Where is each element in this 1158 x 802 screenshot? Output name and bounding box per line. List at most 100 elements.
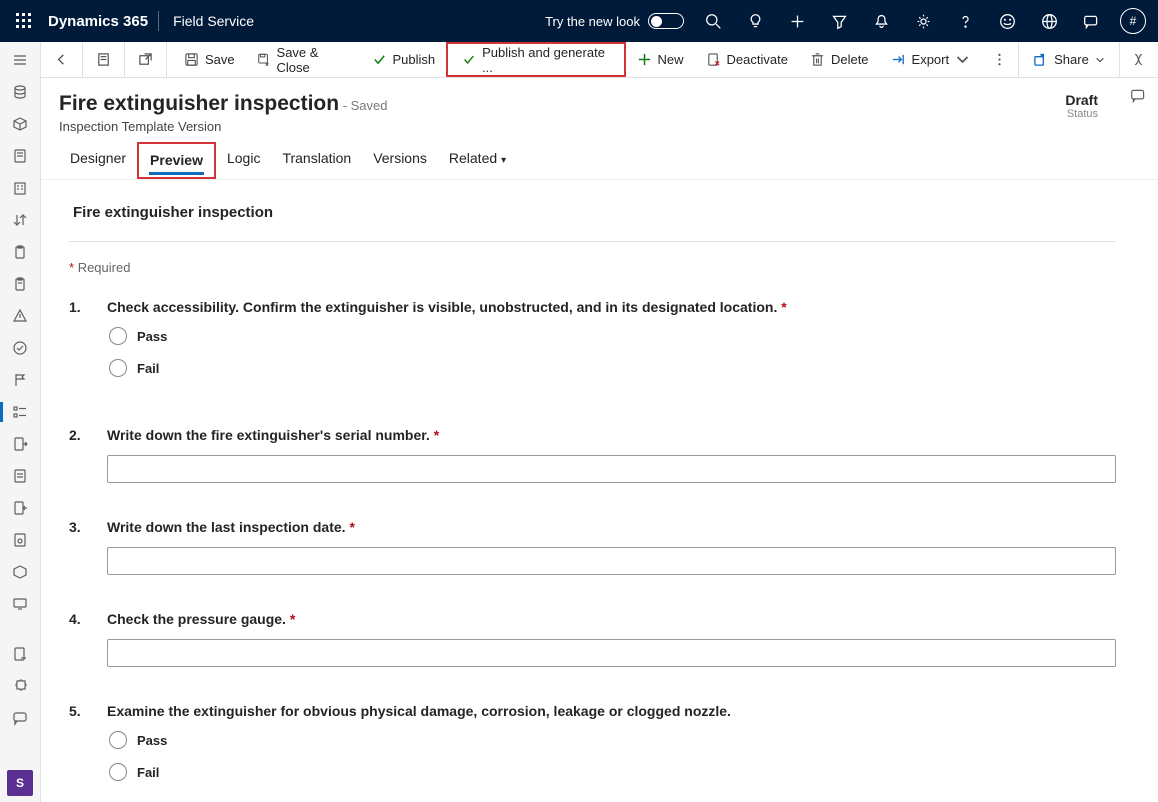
radio-icon[interactable] (109, 327, 127, 345)
radio-icon[interactable] (109, 731, 127, 749)
export-button[interactable]: Export (880, 42, 982, 77)
question-number: 1. (69, 299, 83, 391)
chat-icon[interactable] (1070, 0, 1112, 42)
delete-button[interactable]: Delete (799, 42, 880, 77)
question-text: Check accessibility. Confirm the extingu… (107, 299, 1116, 315)
text-input[interactable] (107, 639, 1116, 667)
tab-logic[interactable]: Logic (216, 142, 271, 179)
radio-icon[interactable] (109, 763, 127, 781)
new-label: New (658, 52, 684, 67)
filter-icon[interactable] (818, 0, 860, 42)
question-body: Check accessibility. Confirm the extingu… (107, 299, 1116, 391)
rail-item-list-icon[interactable] (0, 396, 40, 428)
help-icon[interactable] (944, 0, 986, 42)
radio-option[interactable]: Pass (107, 731, 1116, 749)
rail-item-flag-icon[interactable] (0, 364, 40, 396)
app-title[interactable]: Dynamics 365 (44, 13, 158, 30)
question-number: 4. (69, 611, 83, 667)
question-text: Write down the last inspection date. * (107, 519, 1116, 535)
delete-label: Delete (831, 52, 869, 67)
question-number: 2. (69, 427, 83, 483)
required-asterisk: * (349, 519, 354, 535)
rail-item-page-in-icon[interactable] (0, 492, 40, 524)
publish-button[interactable]: Publish (361, 42, 447, 77)
rail-item-package-icon[interactable] (0, 556, 40, 588)
app-area[interactable]: Field Service (159, 13, 268, 29)
tab-versions[interactable]: Versions (362, 142, 438, 179)
rail-item-page-minus-icon[interactable] (0, 638, 40, 670)
required-asterisk: * (781, 299, 786, 315)
rail-item-warning-icon[interactable] (0, 300, 40, 332)
status-block[interactable]: Draft Status (1065, 92, 1098, 120)
rail-item-lockdoc-icon[interactable] (0, 524, 40, 556)
save-label: Save (205, 52, 235, 67)
emoji-icon[interactable] (986, 0, 1028, 42)
rail-item-doc-icon[interactable] (0, 140, 40, 172)
radio-option[interactable]: Pass (107, 327, 1116, 345)
radio-label: Pass (137, 329, 167, 344)
question-number: 5. (69, 703, 83, 795)
publish-generate-button[interactable]: Publish and generate ... (446, 42, 625, 77)
rail-item-clipboard2-icon[interactable] (0, 268, 40, 300)
lightbulb-icon[interactable] (734, 0, 776, 42)
teams-chat-icon[interactable] (1118, 78, 1158, 112)
rail-item-clipboard-icon[interactable] (0, 236, 40, 268)
radio-icon[interactable] (109, 359, 127, 377)
text-input[interactable] (107, 455, 1116, 483)
rail-item-monitor-icon[interactable] (0, 588, 40, 620)
save-close-button[interactable]: Save & Close (246, 42, 361, 77)
overflow-button[interactable] (981, 42, 1018, 77)
copilot-button[interactable] (1119, 42, 1158, 77)
chevron-down-icon: ▾ (501, 155, 506, 166)
radio-option[interactable]: Fail (107, 763, 1116, 781)
rail-item-box-icon[interactable] (0, 108, 40, 140)
app-tile[interactable]: S (7, 770, 33, 796)
try-new-look-toggle[interactable]: Try the new look (545, 13, 684, 29)
required-legend: * Required (69, 242, 1116, 299)
plus-icon[interactable] (776, 0, 818, 42)
back-button[interactable] (43, 42, 80, 77)
question-body: Write down the last inspection date. * (107, 519, 1116, 575)
rail-item-page-out-icon[interactable] (0, 428, 40, 460)
tab-designer[interactable]: Designer (59, 142, 137, 179)
rail-item-check-circle-icon[interactable] (0, 332, 40, 364)
text-input[interactable] (107, 547, 1116, 575)
tab-related[interactable]: Related ▾ (438, 142, 517, 179)
rail-item-stack-icon[interactable] (0, 76, 40, 108)
rail-item-comment-icon[interactable] (0, 702, 40, 734)
question: 4.Check the pressure gauge. * (69, 611, 1116, 667)
search-icon[interactable] (692, 0, 734, 42)
save-close-label: Save & Close (277, 45, 350, 75)
page-subtitle: Inspection Template Version (59, 119, 388, 134)
bell-icon[interactable] (860, 0, 902, 42)
user-avatar[interactable]: # (1112, 0, 1154, 42)
new-button[interactable]: New (626, 42, 695, 77)
save-button[interactable]: Save (173, 42, 246, 77)
hamburger-icon[interactable] (0, 44, 40, 76)
try-new-look-label: Try the new look (545, 14, 640, 29)
form-view-button[interactable] (85, 42, 122, 77)
tab-bar: Designer Preview Logic Translation Versi… (41, 142, 1158, 179)
tab-related-label: Related (449, 150, 497, 166)
deactivate-button[interactable]: Deactivate (695, 42, 799, 77)
question-text: Examine the extinguisher for obvious phy… (107, 703, 1116, 719)
rail-item-sort-icon[interactable] (0, 204, 40, 236)
rail-item-puzzle-icon[interactable] (0, 670, 40, 702)
page-title: Fire extinguisher inspection (59, 92, 339, 115)
tab-translation[interactable]: Translation (271, 142, 362, 179)
globe-icon[interactable] (1028, 0, 1070, 42)
tab-preview[interactable]: Preview (137, 142, 216, 179)
share-button[interactable]: Share (1019, 52, 1119, 67)
form-title: Fire extinguisher inspection (69, 180, 1116, 241)
toggle-icon[interactable] (648, 13, 684, 29)
radio-option[interactable]: Fail (107, 359, 1116, 377)
share-label: Share (1054, 52, 1089, 67)
required-asterisk: * (434, 427, 439, 443)
popout-button[interactable] (127, 42, 164, 77)
rail-item-page-icon[interactable] (0, 460, 40, 492)
app-launcher-icon[interactable] (4, 0, 44, 42)
rail-item-building-icon[interactable] (0, 172, 40, 204)
question: 1. Check accessibility. Confirm the extin… (69, 299, 1116, 391)
question: 2.Write down the fire extinguisher's ser… (69, 427, 1116, 483)
gear-icon[interactable] (902, 0, 944, 42)
